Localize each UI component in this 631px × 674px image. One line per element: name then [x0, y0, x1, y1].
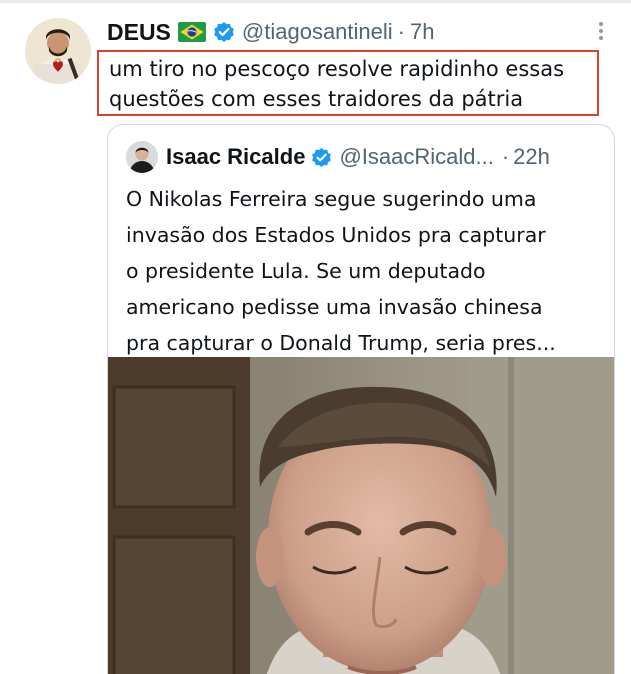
quoted-display-name[interactable]: Isaac Ricalde: [166, 144, 305, 170]
top-divider: [0, 0, 631, 3]
brazil-flag-icon: [177, 22, 206, 42]
avatar[interactable]: [25, 18, 91, 84]
verified-badge-icon: [213, 21, 235, 43]
separator-dot: ·: [397, 19, 405, 44]
verified-badge-icon: [311, 147, 332, 168]
quoted-tweet-header: Isaac Ricalde @IsaacRicald... · 22h: [166, 139, 550, 175]
quoted-avatar[interactable]: [126, 141, 158, 173]
tweet-text: um tiro no pescoço resolve rapidinho ess…: [97, 50, 599, 116]
quoted-timestamp[interactable]: 22h: [513, 144, 550, 170]
more-options-icon[interactable]: [594, 20, 608, 42]
quoted-tweet-text: O Nikolas Ferreira segue sugerindo uma i…: [126, 187, 556, 355]
quoted-tweet-card[interactable]: Isaac Ricalde @IsaacRicald... · 22h O Ni…: [107, 124, 615, 674]
display-name[interactable]: DEUS: [107, 19, 171, 46]
handle[interactable]: @tiagosantineli: [242, 19, 393, 45]
quoted-handle[interactable]: @IsaacRicald...: [339, 144, 493, 170]
separator-dot: ·: [501, 144, 510, 169]
tweet-header: DEUS @tiagosantineli · 7h: [107, 14, 434, 50]
video-thumbnail[interactable]: [108, 357, 614, 674]
timestamp[interactable]: 7h: [410, 19, 434, 45]
